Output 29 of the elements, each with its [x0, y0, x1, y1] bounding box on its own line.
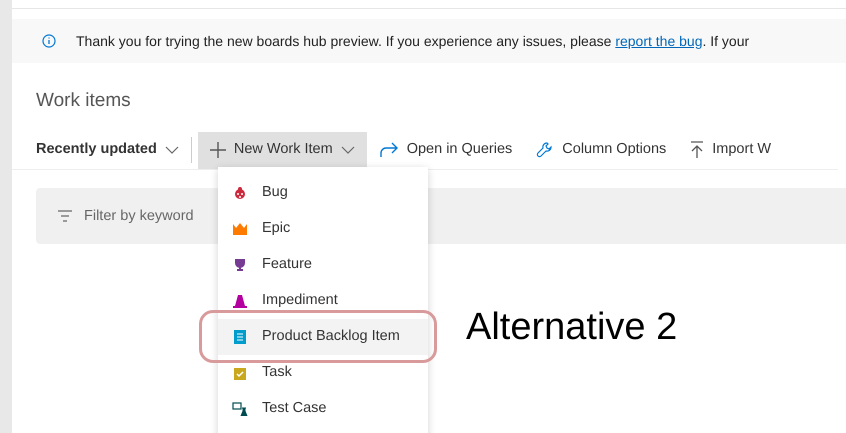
ladybug-icon — [233, 186, 247, 200]
menu-item[interactable]: Product Backlog Item — [218, 319, 428, 355]
menu-item[interactable]: Feature — [218, 247, 428, 283]
cone-icon — [233, 294, 247, 308]
test-flask-icon — [232, 402, 248, 416]
toolbar-button[interactable]: Import W — [678, 132, 784, 168]
upload-icon — [690, 141, 704, 159]
menu-item[interactable]: Impediment — [218, 283, 428, 319]
plus-icon — [210, 142, 226, 158]
chevron-down-icon — [340, 146, 355, 154]
filter-icon — [58, 210, 72, 222]
toolbar-button[interactable]: New Work Item — [198, 132, 367, 168]
banner-message: Thank you for trying the new boards hub preview. If you experience any issues, please report the bug. If your — [76, 32, 750, 51]
wrench-icon — [536, 141, 554, 159]
toolbar-button[interactable]: Open in Queries — [366, 132, 524, 168]
report-bug-link[interactable]: report the bug — [615, 32, 702, 48]
chevron-down-icon — [164, 146, 179, 154]
document-icon — [234, 330, 246, 344]
toolbar-button[interactable]: Column Options — [524, 132, 678, 168]
annotation-label: Alternative 2 — [466, 308, 678, 346]
menu-item[interactable]: Task — [218, 355, 428, 391]
redo-arrow-icon — [378, 142, 399, 158]
sort-dropdown[interactable]: Recently updated — [36, 132, 191, 168]
menu-item[interactable]: Test Case — [218, 391, 428, 427]
page-title: Work items — [36, 90, 131, 111]
trophy-icon — [233, 258, 247, 272]
clipboard-check-icon — [234, 366, 246, 380]
info-icon — [42, 34, 56, 48]
crown-icon — [232, 222, 248, 236]
